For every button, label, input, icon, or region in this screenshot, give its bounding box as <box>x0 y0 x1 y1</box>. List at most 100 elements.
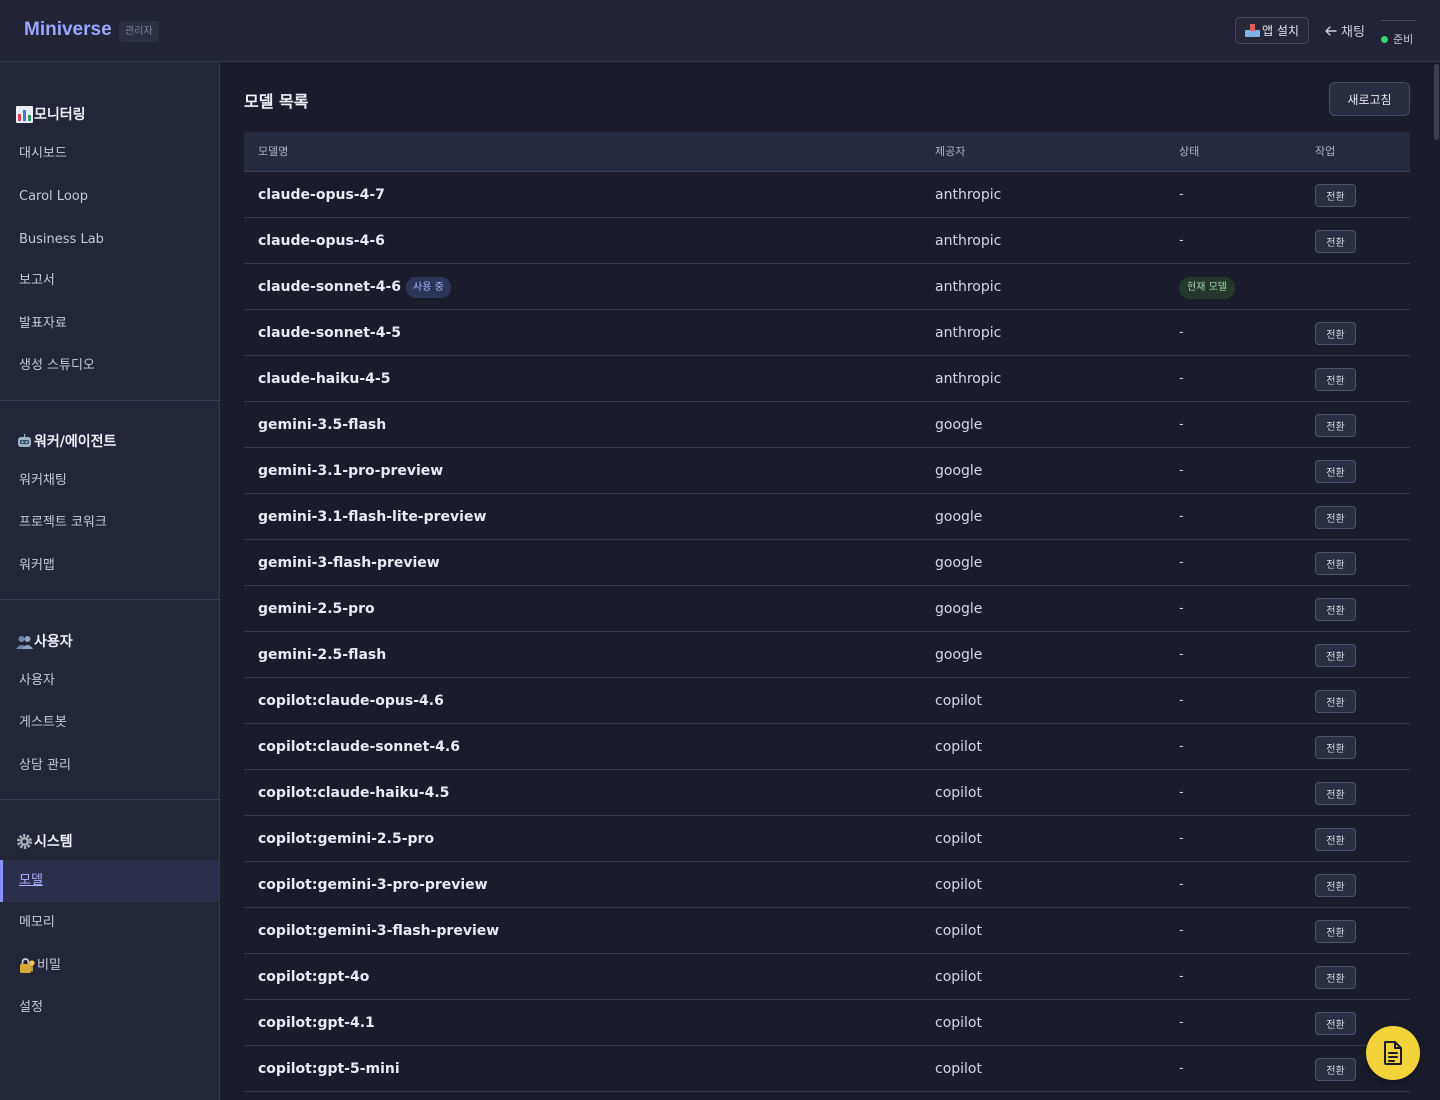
refresh-button[interactable]: 새로고침 <box>1329 82 1410 116</box>
install-app-label: 앱 설치 <box>1262 24 1299 38</box>
column-header-action: 작업 <box>1315 145 1336 158</box>
switch-model-button[interactable]: 전환 <box>1315 506 1356 529</box>
switch-model-button[interactable]: 전환 <box>1315 828 1356 851</box>
table-row: copilot:gpt-4.1 copilot - 전환 <box>244 1000 1410 1046</box>
notes-fab-button[interactable] <box>1366 1026 1420 1080</box>
switch-model-button[interactable]: 전환 <box>1315 736 1356 759</box>
sidebar-item-creation-studio[interactable]: 생성 스튜디오 <box>0 345 219 387</box>
switch-model-button[interactable]: 전환 <box>1315 690 1356 713</box>
sidebar-item-presentations[interactable]: 발표자료 <box>0 303 219 345</box>
status-cell: - <box>1179 831 1184 846</box>
switch-model-button[interactable]: 전환 <box>1315 966 1356 989</box>
scrollbar-track[interactable] <box>1432 62 1440 1100</box>
model-name: copilot:claude-sonnet-4.6 <box>258 739 460 755</box>
sidebar-item-consultation[interactable]: 상담 관리 <box>0 745 219 787</box>
install-app-button[interactable]: 앱 설치 <box>1235 17 1309 44</box>
connection-status: 준비 <box>1381 20 1416 46</box>
switch-model-button[interactable]: 전환 <box>1315 230 1356 253</box>
top-bar: Miniverse 관리자 앱 설치 채팅 준비 <box>0 0 1440 62</box>
model-name-cell: claude-sonnet-4-6 사용 중 <box>258 264 451 310</box>
provider-cell: google <box>935 463 983 479</box>
sidebar-section-monitoring: 모니터링 <box>16 104 86 124</box>
sidebar-divider <box>0 799 219 800</box>
switch-model-button[interactable]: 전환 <box>1315 644 1356 667</box>
table-row: gemini-2.5-pro google - 전환 <box>244 586 1410 632</box>
table-row: gemini-3-flash-preview google - 전환 <box>244 540 1410 586</box>
model-name: gemini-3.1-pro-preview <box>258 463 444 479</box>
table-row: copilot:claude-haiku-4.5 copilot - 전환 <box>244 770 1410 816</box>
provider-cell: copilot <box>935 739 982 755</box>
sidebar-item-secrets[interactable]: 비밀 <box>0 945 219 987</box>
provider-cell: copilot <box>935 923 982 939</box>
switch-model-button[interactable]: 전환 <box>1315 322 1356 345</box>
robot-icon <box>18 433 31 447</box>
scrollbar-thumb[interactable] <box>1434 64 1439 140</box>
back-to-chat-link[interactable]: 채팅 <box>1325 21 1365 40</box>
model-name-cell: copilot:gemini-3-pro-preview <box>258 862 488 908</box>
model-name-cell: copilot:gemini-3-flash-preview <box>258 908 499 954</box>
sidebar-item-project-cowork[interactable]: 프로젝트 코워크 <box>0 502 219 544</box>
sidebar-section-workers-label: 워커/에이전트 <box>34 434 117 450</box>
model-name-cell: copilot:gemini-2.5-pro <box>258 816 434 862</box>
arrow-left-icon <box>1325 25 1337 36</box>
model-name-cell: copilot:gpt-4o <box>258 954 369 1000</box>
status-cell: 현재 모델 <box>1179 264 1235 310</box>
provider-cell: anthropic <box>935 325 1002 341</box>
sidebar-item-models[interactable]: 모델 <box>0 860 219 902</box>
sidebar-item-memory[interactable]: 메모리 <box>0 902 219 944</box>
switch-model-button[interactable]: 전환 <box>1315 460 1356 483</box>
table-row: claude-sonnet-4-5 anthropic - 전환 <box>244 310 1410 356</box>
model-table-body: claude-opus-4-7 anthropic - 전환 claude-opus-4… <box>244 172 1410 1092</box>
model-name: claude-opus-4-6 <box>258 233 385 249</box>
model-name-cell: gemini-3.1-flash-lite-preview <box>258 494 486 540</box>
sidebar-item-worker-map[interactable]: 워커맵 <box>0 545 219 587</box>
sidebar-divider <box>0 599 219 600</box>
model-name: copilot:gpt-4o <box>258 969 370 985</box>
table-row: copilot:gpt-4o copilot - 전환 <box>244 954 1410 1000</box>
column-header-provider[interactable]: 제공자 <box>935 132 965 172</box>
switch-model-button[interactable]: 전환 <box>1315 920 1356 943</box>
model-name-cell: copilot:claude-opus-4.6 <box>258 678 444 724</box>
table-row: claude-haiku-4-5 anthropic - 전환 <box>244 356 1410 402</box>
provider-cell: copilot <box>935 1015 982 1031</box>
sidebar-item-worker-chat[interactable]: 워커채팅 <box>0 460 219 502</box>
sidebar-section-workers: 워커/에이전트 <box>16 431 116 451</box>
model-name: gemini-3.1-flash-lite-preview <box>258 509 487 525</box>
brand-logo[interactable]: Miniverse <box>24 19 112 41</box>
provider-cell: anthropic <box>935 187 1002 203</box>
provider-cell: anthropic <box>935 371 1002 387</box>
table-row: copilot:claude-opus-4.6 copilot - 전환 <box>244 678 1410 724</box>
switch-model-button[interactable]: 전환 <box>1315 782 1356 805</box>
status-cell: - <box>1179 647 1184 662</box>
model-name-cell: gemini-3.1-pro-preview <box>258 448 443 494</box>
sidebar-item-reports[interactable]: 보고서 <box>0 260 219 302</box>
switch-model-button[interactable]: 전환 <box>1315 184 1356 207</box>
provider-cell: google <box>935 601 983 617</box>
sidebar-item-dashboard[interactable]: 대시보드 <box>0 133 219 175</box>
provider-cell: google <box>935 509 983 525</box>
model-name-cell: gemini-3-flash-preview <box>258 540 440 586</box>
switch-model-button[interactable]: 전환 <box>1315 598 1356 621</box>
switch-model-button[interactable]: 전환 <box>1315 1058 1356 1081</box>
column-header-model[interactable]: 모델명 <box>258 132 288 172</box>
switch-model-button[interactable]: 전환 <box>1315 552 1356 575</box>
model-name-cell: claude-sonnet-4-5 <box>258 310 401 356</box>
switch-model-button[interactable]: 전환 <box>1315 414 1356 437</box>
switch-model-button[interactable]: 전환 <box>1315 1012 1356 1035</box>
sidebar-item-users[interactable]: 사용자 <box>0 660 219 702</box>
switch-model-button[interactable]: 전환 <box>1315 874 1356 897</box>
in-use-badge: 사용 중 <box>406 276 451 298</box>
table-row: copilot:gpt-5-mini copilot - 전환 <box>244 1046 1410 1092</box>
document-icon <box>1384 1041 1402 1065</box>
role-badge: 관리자 <box>119 21 159 42</box>
column-header-status[interactable]: 상태 <box>1179 132 1199 172</box>
users-icon <box>16 635 33 649</box>
provider-cell: copilot <box>935 1061 982 1077</box>
switch-model-button[interactable]: 전환 <box>1315 368 1356 391</box>
model-name: copilot:gemini-3-pro-preview <box>258 877 488 893</box>
sidebar-item-settings[interactable]: 설정 <box>0 987 219 1029</box>
status-cell: - <box>1179 923 1184 938</box>
sidebar-item-carol-loop[interactable]: Carol Loop <box>0 176 219 218</box>
sidebar-item-guestbot[interactable]: 게스트봇 <box>0 702 219 744</box>
sidebar-item-business-lab[interactable]: Business Lab <box>0 219 219 261</box>
